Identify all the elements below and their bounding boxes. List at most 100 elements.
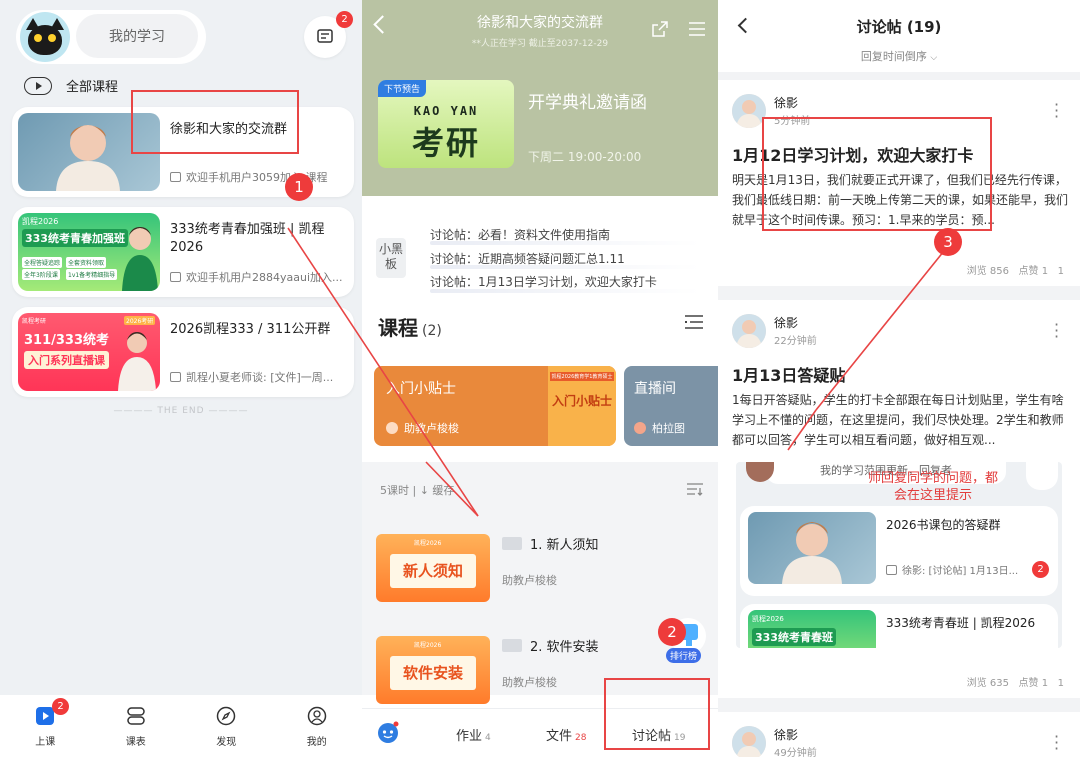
video-icon (502, 537, 522, 550)
more-icon[interactable]: · · · (1054, 729, 1059, 757)
live-time: 下周二 19:00-20:00 (528, 150, 642, 164)
group-last-message: 欢迎手机用户2884yaaui加入... (170, 269, 348, 285)
annotation-text: 师回复同学的问题，都会在这里提示 (868, 471, 999, 503)
course-teacher: 柏拉图 (634, 420, 685, 436)
discussion-header: 讨论帖 (19) 回复时间倒序 ⌵ (718, 0, 1080, 72)
tab-schedule[interactable]: 课表 (91, 695, 182, 757)
step-marker: 2 (658, 618, 686, 646)
course-heading: 课程 (2) (378, 316, 442, 340)
share-icon[interactable] (651, 20, 669, 38)
my-study-title[interactable]: 我的学习 (76, 14, 198, 58)
next-live-card[interactable]: 下节预告 KAO YAN 考研 (378, 80, 514, 168)
embed-group-card: 凯程2026 333统考青春班 333统考青春班 | 凯程2026 (740, 604, 1058, 648)
list-view-icon[interactable] (684, 314, 704, 330)
tab-badge: 2 (52, 698, 69, 715)
sort-dropdown[interactable]: 回复时间倒序 ⌵ (718, 48, 1080, 64)
cat-avatar-icon (26, 18, 64, 55)
menu-icon[interactable] (688, 21, 706, 37)
avatar[interactable] (20, 12, 70, 62)
lesson-teacher: 助教卢梭梭 (502, 676, 557, 689)
group-item-333[interactable]: 凯程2026 333统考青春加强班 全程答疑追踪 全套资料领取 全年3阶段课 1… (12, 207, 354, 297)
live-cn-text: 考研 (411, 124, 480, 162)
group-header: 徐影和大家的交流群 **人正在学习 截止至2037-12-29 下节预告 KAO… (362, 0, 718, 196)
author-avatar (732, 726, 766, 757)
message-badge: 2 (336, 11, 353, 28)
group-last-message: 凯程小夏老师谈: [文件]一周... (170, 369, 348, 385)
tab-label: 发现 (216, 737, 237, 748)
lesson-thumb[interactable]: 凯程2026 新人须知 (376, 534, 490, 602)
lesson-title[interactable]: 1. 新人须知 (502, 534, 599, 553)
highlight-box-post (762, 117, 992, 231)
tab-label: 我的 (306, 737, 327, 748)
chat-icon (170, 272, 181, 282)
author-name: 徐影 (774, 316, 799, 330)
post-time: 22分钟前 (774, 336, 817, 347)
highlight-box-group (131, 90, 299, 154)
message-icon (317, 29, 333, 43)
group-item-311[interactable]: 凯程考研 2026考研 311/333统考 入门系列直播课 2026凯程333 … (12, 307, 354, 397)
compass-icon (215, 705, 237, 727)
post-stats: 浏览 856 点赞 1 1 (966, 266, 1064, 277)
lesson-meta[interactable]: 5课时 | ↓ 缓存 (380, 482, 454, 498)
bottom-tabbar: 上课 2 课表 发现 我的 (0, 695, 362, 757)
course-title: 直播间 (634, 381, 676, 397)
course-title: 入门小贴士 (386, 381, 456, 397)
tab-label: 上课 (35, 737, 56, 748)
the-end-divider: ———— THE END ———— (113, 406, 249, 416)
lesson-teacher: 助教卢梭梭 (502, 574, 557, 587)
step-marker: 1 (285, 173, 313, 201)
course-thumb: 凯程2026教育学1教育硕士 入门小贴士 (548, 366, 616, 446)
course-card-livehall[interactable]: 直播间 柏拉图 (624, 366, 718, 446)
tab-discover[interactable]: 发现 (181, 695, 272, 757)
course-teacher: 助教卢梭梭 (386, 420, 459, 436)
blackboard-item[interactable]: 讨论帖：必看！资料文件使用指南 (430, 226, 610, 243)
lesson-title[interactable]: 2. 软件安装 (502, 636, 599, 655)
live-en-text: KAO YAN (413, 104, 479, 118)
chat-icon (170, 172, 181, 182)
more-icon[interactable]: · · · (1054, 317, 1059, 345)
post-body: 1每日开答疑贴，学生的打卡全部跟在每日计划贴里，学生有啥学习上不懂的问题，在这里… (732, 393, 1064, 447)
tab-homework[interactable]: 作业 4 (456, 725, 491, 744)
live-name: 开学典礼邀请函 (528, 93, 647, 113)
discussion-title: 讨论帖 (19) (856, 18, 942, 36)
chevron-down-icon: ⌵ (930, 53, 938, 63)
tab-mine[interactable]: 我的 (272, 695, 363, 757)
tab-class[interactable]: 上课 2 (0, 695, 91, 757)
all-courses-link[interactable]: 全部课程 (24, 76, 118, 95)
discussion-panel: 讨论帖 (19) 回复时间倒序 ⌵ 徐影 5分钟前 · · · 1月12日学习计划，… (718, 0, 1080, 757)
blackboard-label: 小黑板 (376, 238, 406, 278)
group-title: 333统考青春加强班 | 凯程2026 (170, 222, 325, 255)
post-time: 49分钟前 (774, 748, 817, 757)
group-title: 2026凯程333 / 311公开群 (170, 322, 331, 337)
author-name: 徐影 (774, 728, 799, 742)
next-live-tag: 下节预告 (378, 80, 427, 97)
blackboard-item[interactable]: 讨论帖：1月13日学习计划，欢迎大家打卡 (430, 273, 657, 290)
chat-bot-icon[interactable] (376, 721, 400, 745)
schedule-icon (125, 705, 147, 727)
group-thumb: 凯程2026 333统考青春加强班 全程答疑追踪 全套资料领取 全年3阶段课 1… (18, 213, 160, 291)
sort-icon[interactable] (686, 482, 704, 496)
highlight-box-discussion (604, 678, 710, 750)
author-name: 徐影 (774, 96, 799, 110)
all-courses-label: 全部课程 (66, 80, 119, 95)
user-icon (306, 705, 328, 727)
blackboard-item[interactable]: 讨论帖：近期高频答疑问题汇总1.11 (430, 250, 625, 267)
course-card-tips[interactable]: 入门小贴士 助教卢梭梭 凯程2026教育学1教育硕士 入门小贴士 (374, 366, 616, 446)
lesson-thumb[interactable]: 凯程2026 软件安装 (376, 636, 490, 704)
play-icon (24, 76, 52, 95)
video-icon (502, 639, 522, 652)
more-icon[interactable]: · · · (1054, 97, 1059, 125)
step-marker: 3 (934, 228, 962, 256)
embed-group-card: 2026书课包的答疑群 徐影: [讨论帖] 1月13日... 2 (740, 506, 1058, 596)
tab-files[interactable]: 文件 28 (546, 725, 586, 744)
post-title: 1月13日答疑贴 (732, 366, 846, 385)
author-avatar (732, 314, 766, 348)
post-stats: 浏览 635 点赞 1 1 (966, 678, 1064, 689)
leaderboard-label: 排行榜 (666, 648, 702, 663)
group-thumb: 凯程考研 2026考研 311/333统考 入门系列直播课 (18, 313, 160, 391)
chat-icon (170, 372, 181, 382)
author-avatar (732, 94, 766, 128)
discussion-post[interactable]: 徐影 49分钟前 · · · (718, 712, 1080, 757)
group-last-message: 欢迎手机用户3059加入 课程 (170, 169, 348, 185)
tab-label: 课表 (125, 737, 146, 748)
